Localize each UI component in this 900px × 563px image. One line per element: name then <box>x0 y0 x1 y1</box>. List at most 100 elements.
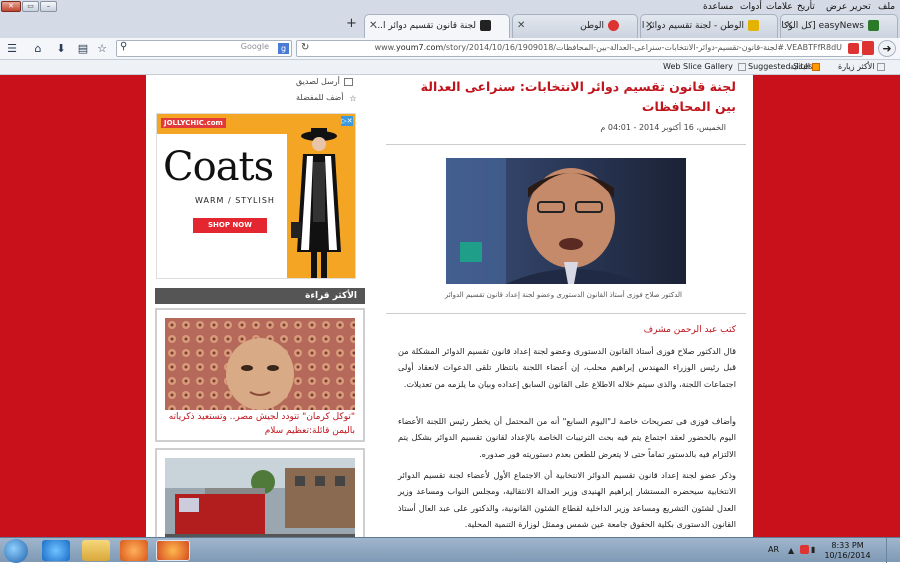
most-read-item[interactable] <box>155 448 365 537</box>
content-column: أرسل لصديق ☆ أضف للمفضلة JOLLYCHIC.com ▷✕… <box>146 75 753 537</box>
navigation-toolbar: ☰ ⌂ ⬇ ▤ ☆ ⚲ Google g ↻ www.youm7.com/sto… <box>0 38 900 60</box>
media-player-icon[interactable] <box>120 540 148 561</box>
search-input[interactable]: ⚲ Google g <box>116 40 292 57</box>
ad-model-image <box>291 128 341 278</box>
ad-shop-button[interactable]: SHOP NOW <box>193 218 267 233</box>
title-bar: ✕ ▭ – ملف تحرير عرض تأريخ علامات أدوات م… <box>0 0 900 39</box>
url-text: www.youm7.com/story/2014/10/16/1909018/ل… <box>375 43 842 52</box>
tray-expand-icon[interactable]: ▲ <box>788 546 794 555</box>
menu-file[interactable]: ملف <box>878 2 895 12</box>
article-paragraph: قال الدكتور صلاح فوزى أستاذ القانون الدس… <box>398 346 736 389</box>
divider <box>386 313 746 314</box>
bookmark-suggested-sites[interactable]: Suggested Sites <box>736 62 813 71</box>
ad-subtitle: WARM / STYLISH <box>195 196 275 205</box>
firefox-icon[interactable] <box>156 540 190 561</box>
window-close-button[interactable]: ✕ <box>1 1 21 12</box>
new-tab-button[interactable]: + <box>346 16 357 31</box>
speaker-photo <box>446 158 686 284</box>
addon-icon[interactable] <box>862 41 874 55</box>
network-icon[interactable]: ▮ <box>811 545 815 554</box>
article-paragraph: وذكر عضو لجنة إعداد قانون تقسيم الدوائر … <box>398 470 736 529</box>
address-bar[interactable]: ↻ www.youm7.com/story/2014/10/16/1909018… <box>296 40 863 57</box>
url-path: /story/2014/10/16/1909018/لجنة-قانون-تقس… <box>443 43 842 52</box>
advertisement[interactable]: JOLLYCHIC.com ▷✕ Coats WARM / STYLISH SH… <box>156 113 356 279</box>
menu-tools[interactable]: أدوات <box>740 2 762 12</box>
favicon-icon <box>608 20 619 31</box>
article-title-link[interactable]: "توكل كرمان" تتودد لجيش مصر.. وتستعيد ذك… <box>163 410 355 438</box>
bookmark-star-icon[interactable]: ☆ <box>94 41 110 57</box>
search-engine-label: Google <box>240 42 269 51</box>
close-icon[interactable]: ✕ <box>645 15 653 37</box>
divider <box>386 144 746 145</box>
menu-history[interactable]: تأريخ <box>797 2 815 12</box>
download-icon[interactable]: ⬇ <box>53 41 69 57</box>
window-minimize-button[interactable]: – <box>40 1 57 12</box>
bookmark-label: Suggested Sites <box>748 62 813 71</box>
article: لجنة قانون تقسيم دوائر الانتخابات: سنراع… <box>386 75 746 537</box>
file-explorer-icon[interactable] <box>82 540 110 561</box>
send-to-friend-link[interactable]: أرسل لصديق <box>296 77 353 86</box>
clock-date: 10/16/2014 <box>824 551 871 560</box>
add-favorite-link[interactable]: ☆ أضف للمفضلة <box>296 93 357 103</box>
url-domain: youm7.com <box>396 43 444 52</box>
bookmarks-toolbar: الأكثر زيارة البداية Suggested Sites Web… <box>0 60 900 75</box>
bookmark-most-visited[interactable]: الأكثر زيارة <box>838 62 887 71</box>
google-icon: g <box>278 43 289 54</box>
ad-brand-logo: JOLLYCHIC.com <box>161 118 226 128</box>
site-identity-icon[interactable] <box>848 43 859 54</box>
article-photo <box>446 158 686 284</box>
language-indicator[interactable]: AR <box>768 545 779 554</box>
window-maximize-button[interactable]: ▭ <box>22 1 39 12</box>
page-icon <box>738 62 746 71</box>
favicon-icon <box>480 20 491 31</box>
tab-title: الوطن <box>580 21 604 31</box>
tab-title: الوطن - لجنة تقسيم دوائر ا... <box>640 21 744 31</box>
menu-view[interactable]: عرض <box>826 2 847 12</box>
mail-icon <box>343 77 353 86</box>
favicon-icon <box>748 20 759 31</box>
article-byline: كتب عبد الرحمن مشرف <box>643 325 736 335</box>
article-thumbnail <box>165 458 355 537</box>
clipboard-icon[interactable]: ▤ <box>75 41 91 57</box>
bookmark-label: الأكثر زيارة <box>838 62 875 71</box>
tab-elwatan-article[interactable]: ✕ الوطن - لجنة تقسيم دوائر ا... <box>640 14 778 38</box>
most-read-item[interactable]: "توكل كرمان" تتودد لجيش مصر.. وتستعيد ذك… <box>155 308 365 442</box>
menu-icon[interactable]: ☰ <box>4 41 20 57</box>
close-icon[interactable]: ✕ <box>369 15 377 37</box>
tab-youm7-active[interactable]: ✕ لجنة قانون تقسيم دوائر ا... <box>364 14 510 39</box>
show-desktop-button[interactable] <box>886 538 900 563</box>
menu-bookmarks[interactable]: علامات <box>766 2 793 12</box>
internet-explorer-icon[interactable] <box>42 540 70 561</box>
tab-elwatan[interactable]: ✕ الوطن <box>512 14 638 38</box>
page-viewport: أرسل لصديق ☆ أضف للمفضلة JOLLYCHIC.com ▷✕… <box>0 75 900 537</box>
search-icon: ⚲ <box>120 41 128 52</box>
system-clock[interactable]: 8:33 PM 10/16/2014 <box>820 541 875 561</box>
article-dateline: الخميس، 16 أكتوبر 2014 - 04:01 م <box>600 123 726 132</box>
most-read-header: الأكثر قراءة <box>155 288 365 304</box>
article-paragraph: وأضاف فوزى فى تصريحات خاصة لـ"اليوم السا… <box>398 416 736 459</box>
section-title: الأكثر قراءة <box>305 291 357 301</box>
reload-icon[interactable]: ↻ <box>301 42 309 53</box>
portrait-image <box>165 318 355 410</box>
url-prefix: www. <box>374 43 397 52</box>
clock-time: 8:33 PM <box>831 541 864 550</box>
close-icon[interactable]: ✕ <box>785 15 793 37</box>
article-thumbnail <box>165 318 355 410</box>
ad-headline: Coats <box>163 144 274 190</box>
close-icon[interactable]: ✕ <box>517 15 525 37</box>
home-icon[interactable]: ⌂ <box>30 41 46 57</box>
tab-easynews[interactable]: ✕ easyNews [كل الوكالات] <box>780 14 898 38</box>
article-headline: لجنة قانون تقسيم دوائر الانتخابات: سنراع… <box>420 79 736 114</box>
menu-help[interactable]: مساعدة <box>703 2 733 12</box>
bookmark-label: Web Slice Gallery <box>663 62 733 71</box>
star-icon: ☆ <box>349 93 357 103</box>
tray-app-icon[interactable] <box>800 545 809 554</box>
start-button[interactable] <box>4 539 28 563</box>
go-forward-button[interactable]: ➜ <box>878 40 896 57</box>
favicon-icon <box>868 20 879 31</box>
bookmark-web-slice[interactable]: Web Slice Gallery <box>663 62 733 71</box>
menu-edit[interactable]: تحرير <box>850 2 871 12</box>
folder-icon <box>876 62 885 71</box>
taskbar: AR ▲ ▮ 8:33 PM 10/16/2014 <box>0 537 900 563</box>
link-label: أضف للمفضلة <box>296 93 344 102</box>
